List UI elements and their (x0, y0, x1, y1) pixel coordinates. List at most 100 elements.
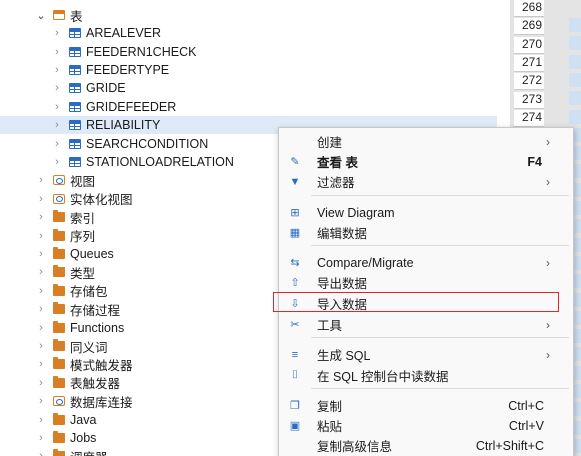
filter-icon: ▼ (289, 175, 301, 188)
pencil-icon: ✎ (290, 156, 300, 168)
chevron-right-icon[interactable]: › (36, 230, 46, 242)
console-icon: ⌷ (291, 369, 299, 381)
menu-item[interactable]: ⇆ Compare/Migrate › (280, 252, 572, 273)
line-number: 272 (514, 73, 544, 91)
menu-item-label: 粘贴 (317, 420, 343, 434)
tree-node-table[interactable]: › AREALEVER (0, 24, 497, 42)
chevron-right-icon[interactable]: › (52, 119, 62, 131)
chevron-right-icon[interactable]: › (36, 358, 46, 370)
tree-node-label: 序列 (70, 230, 96, 245)
import-icon: ⇩ (290, 298, 300, 310)
table-icon (69, 28, 81, 39)
tree-node-label: 同义词 (70, 340, 108, 355)
menu-item[interactable]: ▦ 编辑数据 (280, 222, 572, 243)
chevron-right-icon[interactable]: › (36, 377, 46, 389)
menu-item[interactable]: ▼ 过滤器 › (280, 171, 572, 192)
tree-node-table[interactable]: › FEEDERTYPE (0, 61, 497, 79)
tree-node-label: GRIDEFEEDER (86, 99, 177, 114)
copy-icon: ❐ (290, 400, 300, 412)
chevron-right-icon[interactable]: › (36, 174, 46, 186)
row-stripe (569, 91, 581, 106)
chevron-right-icon[interactable]: › (52, 138, 62, 150)
menu-item-label: 在 SQL 控制台中读数据 (317, 370, 449, 384)
menu-item[interactable]: ⊞ View Diagram (280, 202, 572, 223)
chevron-right-icon[interactable]: › (36, 450, 46, 456)
chevron-right-icon[interactable]: › (52, 46, 62, 58)
table-icon (69, 120, 81, 131)
folder-icon (53, 283, 65, 296)
menu-item-icon-placeholder (288, 439, 302, 453)
table-icon (69, 138, 81, 149)
menu-item[interactable]: ✎ 查看 表 F4 (280, 151, 572, 172)
menu-item[interactable]: ❐ 复制 Ctrl+C (280, 395, 572, 416)
line-number: 270 (514, 36, 544, 54)
menu-item-label: 查看 表 (317, 156, 358, 170)
menu-item[interactable]: 复制高级信息 Ctrl+Shift+C (280, 435, 572, 456)
menu-item-label: 创建 (317, 136, 343, 150)
menu-item[interactable]: ⌷ 在 SQL 控制台中读数据 (280, 365, 572, 386)
row-stripe (569, 18, 581, 32)
folder-icon (53, 210, 65, 223)
chevron-right-icon[interactable]: › (36, 322, 46, 334)
edit-data-icon: ▦ (289, 227, 301, 239)
row-stripe (569, 109, 581, 124)
menu-item[interactable]: ▣ 粘贴 Ctrl+V (280, 415, 572, 436)
diagram-icon: ⊞ (290, 207, 300, 219)
chevron-right-icon[interactable]: › (36, 432, 46, 444)
menu-item-label: 编辑数据 (317, 227, 368, 241)
tools-icon: ✂ (290, 319, 300, 331)
menu-item[interactable]: ⇧ 导出数据 (280, 272, 572, 293)
chevron-right-icon: › (546, 317, 550, 332)
chevron-right-icon[interactable]: › (52, 64, 62, 76)
folder-icon (53, 338, 65, 351)
tree-node-table[interactable]: › GRIDEFEEDER (0, 98, 497, 116)
chevron-right-icon[interactable]: › (36, 414, 46, 426)
tree-node-label: 索引 (70, 211, 96, 226)
chevron-right-icon[interactable]: › (52, 27, 62, 39)
chevron-right-icon[interactable]: › (36, 211, 46, 223)
chevron-right-icon[interactable]: › (36, 395, 46, 407)
menu-item[interactable]: ≡ 生成 SQL › (280, 344, 572, 365)
table-icon (69, 156, 81, 167)
tree-node-label: Queues (70, 246, 114, 261)
menu-item-shortcut: Ctrl+Shift+C (475, 438, 544, 453)
folder-icon (53, 375, 65, 388)
folder-icon (53, 302, 65, 315)
chevron-down-icon[interactable]: ⌄ (36, 9, 46, 22)
menu-item[interactable]: ⇩ 导入数据 (280, 293, 572, 314)
folder-icon (53, 357, 65, 370)
menu-item-label: 生成 SQL (317, 349, 371, 363)
compare-icon: ⇆ (290, 257, 300, 269)
menu-item[interactable]: ✂ 工具 › (280, 314, 572, 335)
tree-node-label: RELIABILITY (86, 118, 161, 133)
menu-item-label: 导入数据 (317, 298, 368, 312)
chevron-right-icon[interactable]: › (36, 285, 46, 297)
line-number: 269 (514, 18, 544, 36)
chevron-right-icon[interactable]: › (52, 156, 62, 168)
tree-node-label: GRIDE (86, 81, 126, 96)
menu-item-icon-placeholder (288, 135, 302, 149)
tree-node-table[interactable]: › GRIDE (0, 79, 497, 97)
tree-node-label: 数据库连接 (70, 395, 133, 410)
chevron-right-icon[interactable]: › (52, 101, 62, 113)
menu-item[interactable]: 创建 › (280, 131, 572, 152)
chevron-right-icon: › (546, 255, 550, 270)
tree-node-label: 表触发器 (70, 377, 121, 392)
chevron-right-icon[interactable]: › (36, 248, 46, 260)
chevron-right-icon[interactable]: › (36, 266, 46, 278)
chevron-right-icon[interactable]: › (36, 340, 46, 352)
tree-node-label: STATIONLOADRELATION (86, 154, 234, 169)
folder-icon (53, 412, 65, 425)
chevron-right-icon[interactable]: › (36, 303, 46, 315)
line-number: 271 (514, 54, 544, 72)
chevron-right-icon[interactable]: › (36, 193, 46, 205)
tree-node-tables[interactable]: ⌄ 表 (0, 6, 497, 24)
tree-node-label: 表 (70, 9, 83, 24)
menu-separator (311, 388, 569, 389)
tree-node-label: 调度器 (70, 447, 108, 456)
table-icon (69, 64, 81, 75)
tree-node-label: AREALEVER (86, 26, 162, 41)
chevron-right-icon[interactable]: › (52, 82, 62, 94)
tree-node-table[interactable]: › FEEDERN1CHECK (0, 42, 497, 60)
folder-icon (53, 430, 65, 443)
